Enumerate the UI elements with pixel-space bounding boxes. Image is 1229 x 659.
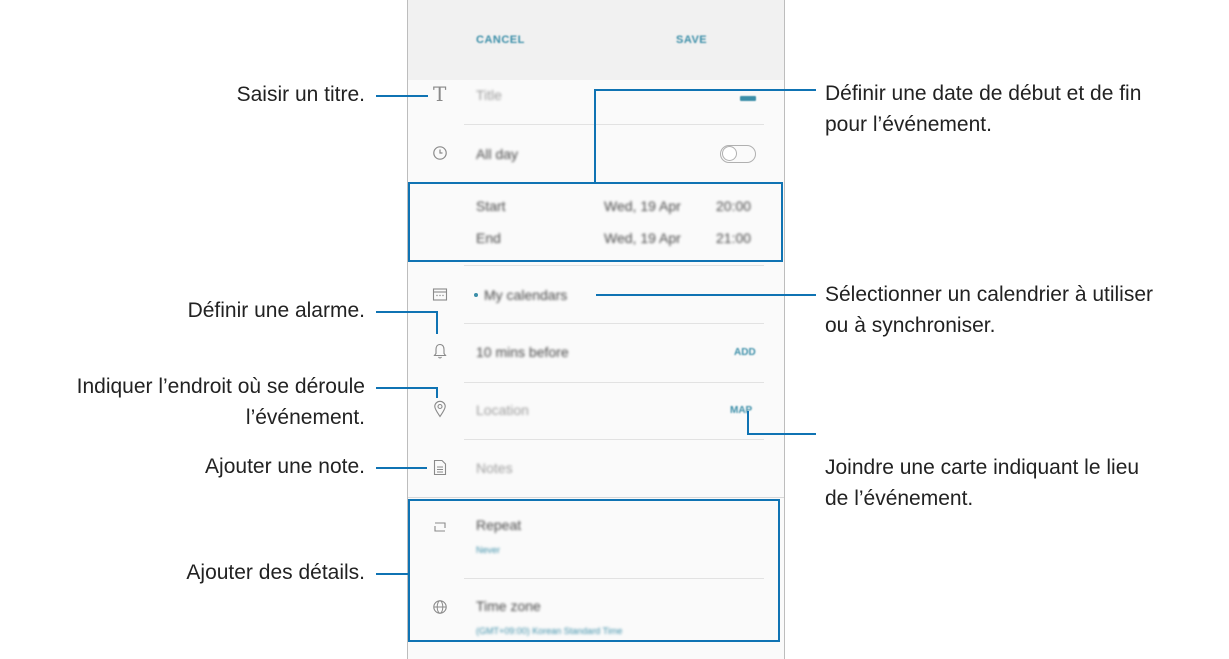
divider	[464, 382, 764, 383]
toolbar: CANCEL SAVE	[408, 0, 784, 80]
title-input[interactable]: Title	[476, 87, 502, 103]
annotation-details: Ajouter des détails.	[186, 561, 365, 584]
all-day-toggle[interactable]	[720, 145, 756, 163]
leader-line	[376, 467, 427, 469]
divider	[464, 323, 764, 324]
leader-line	[594, 89, 816, 91]
alarm-value[interactable]: 10 mins before	[476, 344, 569, 360]
leader-line	[436, 311, 438, 334]
save-button[interactable]: SAVE	[676, 34, 707, 46]
all-day-label: All day	[476, 146, 519, 162]
divider	[464, 124, 764, 125]
color-picker[interactable]	[740, 96, 756, 101]
annotation-location-line1: Indiquer l’endroit où se déroule	[76, 375, 365, 398]
leader-line	[747, 433, 816, 435]
leader-line	[376, 311, 438, 313]
location-pin-icon	[434, 400, 446, 418]
annotation-calendar-line2: ou à synchroniser.	[825, 314, 996, 337]
clock-icon	[433, 146, 447, 160]
leader-line	[596, 294, 816, 296]
divider	[464, 265, 764, 266]
divider	[408, 497, 784, 498]
add-alarm-button[interactable]: ADD	[734, 347, 756, 358]
leader-line	[436, 387, 438, 398]
leader-line	[376, 387, 438, 389]
leader-line	[376, 573, 409, 575]
annotation-calendar-line1: Sélectionner un calendrier à utiliser	[825, 283, 1154, 306]
annotation-dates-line1: Définir une date de début et de fin	[825, 82, 1142, 105]
details-highlight	[408, 499, 780, 642]
date-range-highlight	[408, 182, 783, 262]
notes-input[interactable]: Notes	[476, 460, 513, 476]
annotation-alarm: Définir une alarme.	[187, 299, 365, 322]
calendar-color-dot	[474, 293, 478, 297]
text-icon: T	[433, 82, 447, 106]
cancel-button[interactable]: CANCEL	[476, 34, 525, 46]
annotation-map-line1: Joindre une carte indiquant le lieu	[825, 456, 1140, 479]
location-input[interactable]: Location	[476, 402, 529, 418]
calendar-selector[interactable]: My calendars	[484, 287, 567, 303]
annotation-note: Ajouter une note.	[205, 455, 365, 478]
note-icon	[433, 459, 447, 476]
bell-icon	[433, 343, 447, 359]
annotation-map-line2: de l’événement.	[825, 487, 974, 510]
leader-line	[594, 89, 596, 183]
divider	[464, 439, 764, 440]
calendar-icon	[432, 288, 448, 301]
leader-line	[747, 411, 749, 435]
leader-line	[376, 95, 428, 97]
annotation-title: Saisir un titre.	[236, 83, 365, 106]
annotation-location-line2: l’événement.	[245, 406, 365, 429]
annotation-dates-line2: pour l’événement.	[825, 113, 992, 136]
